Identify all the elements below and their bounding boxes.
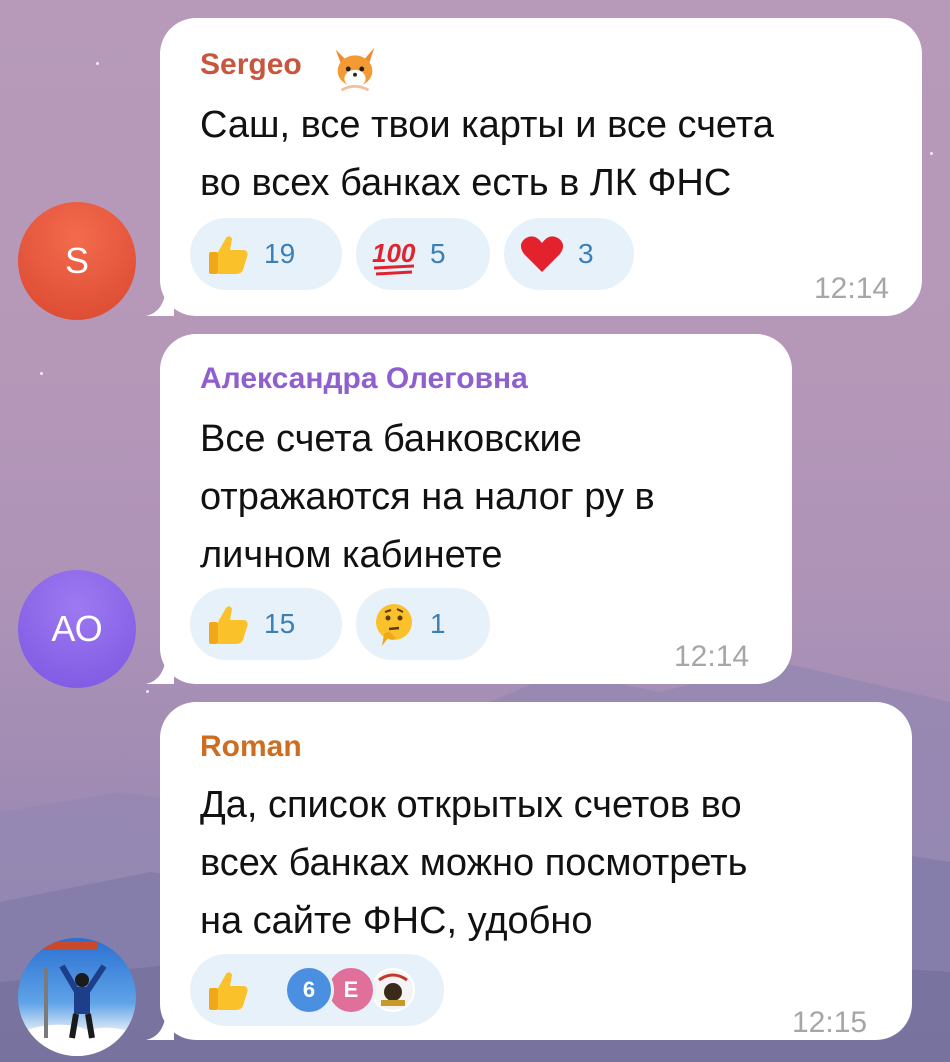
sender-name[interactable]: Александра Олеговна <box>200 362 528 396</box>
reaction-count: 1 <box>430 608 446 639</box>
thumbs-up-icon <box>209 236 248 274</box>
hundred-points-icon: 100 <box>372 238 416 276</box>
message-text-line: Саш, все твои карты и все счета <box>200 104 774 146</box>
reactor-avatar-initial: E <box>343 977 359 1002</box>
bubble-tail <box>146 656 174 684</box>
avatar-sergeo[interactable]: S <box>18 202 136 320</box>
sender-name[interactable]: Roman <box>200 730 302 764</box>
background-star <box>930 152 933 155</box>
reaction-heart[interactable]: 3 <box>504 218 634 290</box>
background-star <box>146 690 149 693</box>
bubble-tail <box>146 1012 174 1040</box>
message-text-line: личном кабинете <box>200 534 503 576</box>
reaction-hundred[interactable]: 100 5 <box>356 218 490 290</box>
message-bubble[interactable]: Sergeo Саш, все твои карты и все счета в… <box>146 18 922 316</box>
message-time: 12:14 <box>814 272 890 305</box>
reaction-count: 15 <box>264 608 296 639</box>
red-heart-icon <box>520 236 564 272</box>
message-text-line: Все счета банковские <box>200 418 582 460</box>
reactor-logo-icon <box>373 970 413 1010</box>
message-text-line: всех банках можно посмотреть <box>200 842 748 884</box>
bubble-tail <box>146 288 174 316</box>
message-bubble[interactable]: Александра Олеговна Все счета банковские… <box>146 334 792 684</box>
thumbs-up-icon <box>209 606 248 644</box>
avatar-photo-icon <box>18 942 136 1056</box>
reaction-thumbs-up[interactable]: 19 <box>190 218 342 290</box>
thumbs-up-icon <box>209 972 248 1010</box>
background-star <box>40 372 43 375</box>
reaction-thumbs-up[interactable]: 6 E <box>190 954 444 1026</box>
reaction-thumbs-up[interactable]: 15 <box>190 588 342 660</box>
message-text-line: на сайте ФНС, удобно <box>200 900 593 942</box>
reaction-thinking[interactable]: 1 <box>356 588 490 660</box>
message-bubble[interactable]: Roman Да, список открытых счетов во всех… <box>146 702 912 1040</box>
sender-name[interactable]: Sergeo <box>200 48 302 82</box>
avatar-initial: S <box>64 240 89 281</box>
background-star <box>96 62 99 65</box>
reactor-avatar-initial: 6 <box>302 977 316 1002</box>
avatar-roman[interactable] <box>18 938 136 1056</box>
reactor-avatar[interactable]: 6 <box>284 965 334 1015</box>
reaction-count: 5 <box>430 238 446 269</box>
avatar-initials: АО <box>51 608 103 649</box>
avatar-aleksandra[interactable]: АО <box>18 570 136 688</box>
thinking-face-icon <box>376 604 412 646</box>
reaction-count: 19 <box>264 238 296 269</box>
message-text-line: отражаются на налог ру в <box>200 476 655 518</box>
message-text-line: Да, список открытых счетов во <box>200 784 742 826</box>
message-time: 12:15 <box>792 1006 868 1039</box>
fox-emoji-icon <box>335 47 375 92</box>
message-text-line: во всех банках есть в ЛК ФНС <box>200 162 732 204</box>
reaction-count: 3 <box>578 238 594 269</box>
svg-text:100: 100 <box>372 238 416 268</box>
message-time: 12:14 <box>674 640 750 673</box>
